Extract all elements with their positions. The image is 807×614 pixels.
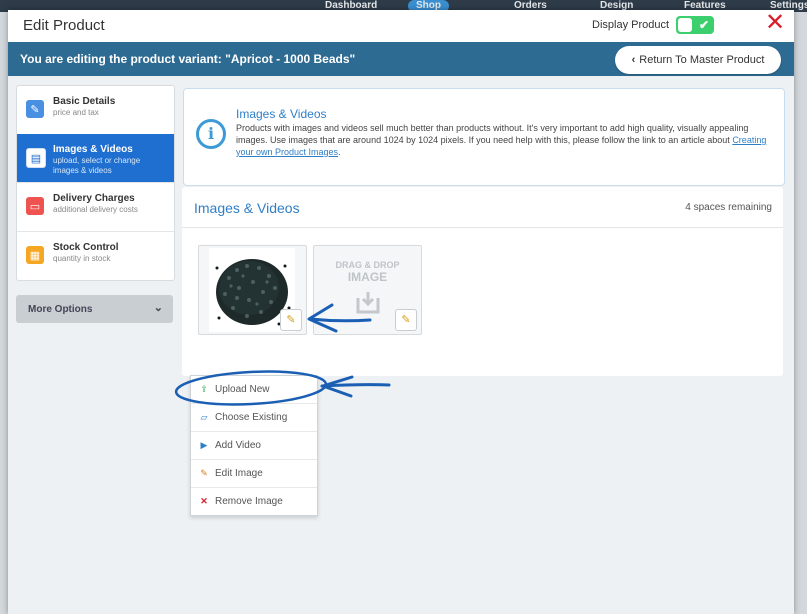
sidebar: ✎ Basic Details price and tax ▤ Images &… [16, 85, 175, 281]
chevron-left-icon: ‹ [631, 54, 636, 66]
sidebar-item-label: Stock Control [53, 242, 119, 253]
menu-item-add-video[interactable]: ▶ Add Video [191, 432, 317, 460]
drag-drop-line1: DRAG & DROP [335, 260, 400, 270]
menu-item-remove-image[interactable]: ✕ Remove Image [191, 488, 317, 515]
truck-icon: ▭ [26, 197, 44, 215]
info-body: Products with images and videos sell muc… [236, 122, 776, 158]
more-options-label: More Options [28, 304, 93, 315]
image-file-icon: ▤ [26, 148, 46, 168]
modal-title: Edit Product [23, 17, 105, 34]
panel-title: Images & Videos [194, 200, 300, 216]
sidebar-item-label: Images & Videos [53, 144, 133, 155]
sidebar-item-label: Basic Details [53, 96, 116, 107]
image-slot-1[interactable]: ✎ [198, 245, 307, 335]
chevron-down-icon: ⌄ [153, 302, 163, 314]
modal-header: Edit Product Display Product ✔ ✕ [8, 10, 794, 42]
info-box: i Images & Videos Products with images a… [183, 88, 785, 186]
edit-slot-pencil-icon[interactable]: ✎ [395, 309, 417, 331]
images-panel: Images & Videos 4 spaces remaining ✎ DRA… [182, 187, 783, 376]
menu-item-label: Remove Image [215, 496, 283, 507]
sidebar-item-sub: upload, select or change images & videos [53, 156, 141, 175]
folder-icon: ▱ [200, 412, 208, 422]
menu-item-upload-new[interactable]: ⇪ Upload New [191, 376, 317, 404]
menu-item-label: Upload New [215, 384, 270, 395]
sidebar-item-basic-details[interactable]: ✎ Basic Details price and tax [17, 86, 174, 135]
info-end: . [338, 147, 341, 157]
sidebar-item-sub: quantity in stock [53, 254, 111, 263]
info-icon: i [196, 119, 226, 149]
edit-icon: ✎ [200, 468, 208, 478]
menu-item-choose-existing[interactable]: ▱ Choose Existing [191, 404, 317, 432]
display-product-toggle[interactable]: ✔ [676, 16, 714, 34]
video-icon: ▶ [200, 440, 208, 450]
remove-icon: ✕ [200, 496, 208, 506]
edit-product-modal: Edit Product Display Product ✔ ✕ You are… [8, 10, 794, 614]
panel-header: Images & Videos 4 spaces remaining [182, 187, 783, 228]
stock-icon: ▦ [26, 246, 44, 264]
drag-drop-text: DRAG & DROP IMAGE [314, 260, 421, 284]
variant-bar: You are editing the product variant: "Ap… [8, 42, 794, 76]
sidebar-item-images-videos[interactable]: ▤ Images & Videos upload, select or chan… [17, 134, 174, 183]
drag-drop-line2: IMAGE [347, 270, 388, 284]
sidebar-item-sub: additional delivery costs [53, 205, 138, 214]
return-button-label: Return To Master Product [639, 54, 765, 66]
pencil-icon: ✎ [26, 100, 44, 118]
menu-item-edit-image[interactable]: ✎ Edit Image [191, 460, 317, 488]
edit-image-pencil-icon[interactable]: ✎ [280, 309, 302, 331]
sidebar-item-stock-control[interactable]: ▦ Stock Control quantity in stock [17, 232, 174, 280]
menu-item-label: Edit Image [215, 468, 263, 479]
variant-text: You are editing the product variant: "Ap… [20, 52, 356, 66]
return-to-master-button[interactable]: ‹ Return To Master Product [615, 46, 781, 74]
menu-item-label: Add Video [215, 440, 261, 451]
upload-icon: ⇪ [200, 384, 208, 394]
download-tray-icon [356, 292, 380, 314]
sidebar-item-delivery-charges[interactable]: ▭ Delivery Charges additional delivery c… [17, 183, 174, 232]
drag-drop-slot[interactable]: DRAG & DROP IMAGE ✎ [313, 245, 422, 335]
toggle-knob [678, 18, 692, 32]
menu-item-label: Choose Existing [215, 412, 288, 423]
info-text: Products with images and videos sell muc… [236, 123, 749, 145]
close-icon[interactable]: ✕ [764, 11, 786, 35]
spaces-remaining: 4 spaces remaining [685, 202, 772, 213]
sidebar-item-sub: price and tax [53, 108, 99, 117]
more-options-button[interactable]: More Options ⌄ [16, 295, 173, 323]
check-icon: ✔ [698, 18, 710, 32]
sidebar-item-label: Delivery Charges [53, 193, 135, 204]
info-title: Images & Videos [236, 107, 327, 121]
image-action-menu: ⇪ Upload New ▱ Choose Existing ▶ Add Vid… [190, 375, 318, 516]
display-product-label: Display Product [592, 19, 670, 31]
